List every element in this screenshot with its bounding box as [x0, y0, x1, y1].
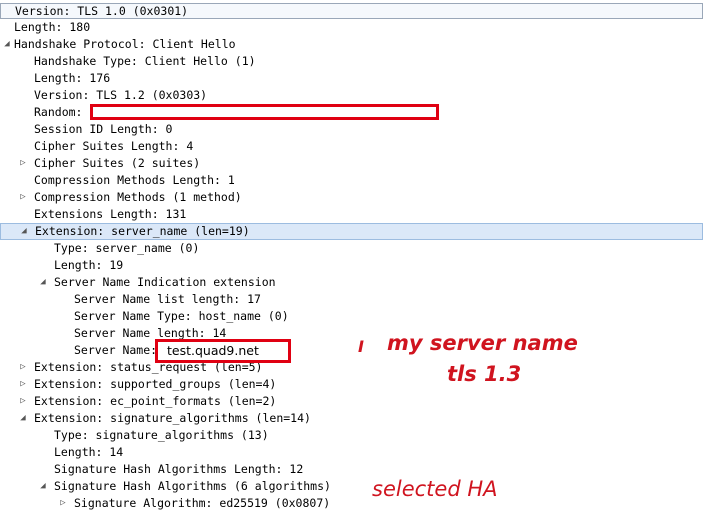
- random-redaction-box: [90, 104, 439, 120]
- tree-row-label: Type: server_name (0): [54, 241, 200, 255]
- tree-row-label: Length: 14: [54, 445, 124, 459]
- tree-row[interactable]: Length: 14: [0, 444, 703, 461]
- tree-row-label: Compression Methods (1 method): [34, 190, 242, 204]
- tree-row[interactable]: ▷ Cipher Suites (2 suites): [0, 155, 703, 172]
- tree-row-label: Handshake Protocol: Client Hello: [14, 37, 236, 51]
- tree-row[interactable]: ▷ Extension: ec_point_formats (len=2): [0, 393, 703, 410]
- annotation-tls-version: tls 1.3: [447, 362, 522, 386]
- tree-row-label: Cipher Suites Length: 4: [34, 139, 194, 153]
- annotation-selected-ha: selected HA: [372, 477, 498, 501]
- triangle-collapsed-icon[interactable]: ▷: [18, 189, 28, 206]
- tree-row-label: Signature Algorithm: ed25519 (0x0807): [74, 496, 331, 510]
- tree-row-label: Session ID Length: 0: [34, 122, 173, 136]
- tree-row[interactable]: Length: 19: [0, 257, 703, 274]
- tree-row-label: Length: 176: [34, 71, 111, 85]
- server-name-value: test.quad9.net: [167, 343, 259, 358]
- triangle-collapsed-icon[interactable]: ▷: [18, 359, 28, 376]
- tree-row-label: Signature Hash Algorithms Length: 12: [54, 462, 304, 476]
- packet-details-tree: Version: TLS 1.0 (0x0301) Length: 180 ◢ Han…: [0, 3, 703, 512]
- tree-row-label: Extension: server_name (len=19): [35, 224, 250, 238]
- tree-row[interactable]: Signature Hash Algorithms Length: 12: [0, 461, 703, 478]
- triangle-expanded-icon[interactable]: ◢: [38, 274, 48, 291]
- triangle-expanded-icon[interactable]: ◢: [19, 224, 29, 241]
- tree-row-label: Server Name:: [74, 343, 158, 357]
- tree-row[interactable]: Cipher Suites Length: 4: [0, 138, 703, 155]
- tree-row[interactable]: Server Name:: [0, 342, 703, 359]
- triangle-expanded-icon[interactable]: ◢: [38, 478, 48, 495]
- tree-row[interactable]: ◢ Extension: signature_algorithms (len=14…: [0, 410, 703, 427]
- tree-row[interactable]: Version: TLS 1.2 (0x0303): [0, 87, 703, 104]
- tree-row-label: Length: 19: [54, 258, 124, 272]
- tree-row-label: Extension: ec_point_formats (len=2): [34, 394, 277, 408]
- tree-row-label: Handshake Type: Client Hello (1): [34, 54, 256, 68]
- tree-row-label: Compression Methods Length: 1: [34, 173, 235, 187]
- tree-row[interactable]: ◢ Extension: server_name (len=19): [0, 223, 703, 240]
- tree-row[interactable]: Server Name length: 14: [0, 325, 703, 342]
- tree-row[interactable]: Type: server_name (0): [0, 240, 703, 257]
- tree-row-label: Server Name list length: 17: [74, 292, 261, 306]
- tree-row-label: Version: TLS 1.2 (0x0303): [34, 88, 208, 102]
- tree-row[interactable]: ▷ Extension: supported_groups (len=4): [0, 376, 703, 393]
- tree-row[interactable]: Server Name list length: 17: [0, 291, 703, 308]
- triangle-collapsed-icon[interactable]: ▷: [58, 495, 68, 512]
- tree-row[interactable]: Type: signature_algorithms (13): [0, 427, 703, 444]
- tree-row-label: Type: signature_algorithms (13): [54, 428, 269, 442]
- tree-row[interactable]: Server Name Type: host_name (0): [0, 308, 703, 325]
- tree-row[interactable]: Version: TLS 1.0 (0x0301): [0, 3, 703, 19]
- tree-row[interactable]: ◢ Server Name Indication extension: [0, 274, 703, 291]
- tree-row-label: Extensions Length: 131: [34, 207, 187, 221]
- tree-row-label: Cipher Suites (2 suites): [34, 156, 201, 170]
- tree-row[interactable]: ◢ Signature Hash Algorithms (6 algorithms…: [0, 478, 703, 495]
- tree-row-label: Signature Hash Algorithms (6 algorithms): [54, 479, 331, 493]
- triangle-expanded-icon[interactable]: ◢: [2, 36, 12, 53]
- annotation-cursor-mark: I: [358, 337, 364, 356]
- tree-row-label: Server Name Indication extension: [54, 275, 276, 289]
- tree-row[interactable]: ▷ Extension: status_request (len=5): [0, 359, 703, 376]
- triangle-expanded-icon[interactable]: ◢: [18, 410, 28, 427]
- tree-row[interactable]: Length: 180: [0, 19, 703, 36]
- tree-row-label: Extension: signature_algorithms (len=14): [34, 411, 311, 425]
- tree-row[interactable]: Extensions Length: 131: [0, 206, 703, 223]
- tree-row-label: Version: TLS 1.0 (0x0301): [15, 4, 189, 18]
- tree-row[interactable]: Handshake Type: Client Hello (1): [0, 53, 703, 70]
- tree-row[interactable]: ▷ Signature Algorithm: ed25519 (0x0807): [0, 495, 703, 512]
- triangle-collapsed-icon[interactable]: ▷: [18, 376, 28, 393]
- tree-row[interactable]: ◢ Handshake Protocol: Client Hello: [0, 36, 703, 53]
- annotation-my-server-name: my server name: [387, 331, 578, 355]
- tree-row[interactable]: Session ID Length: 0: [0, 121, 703, 138]
- tree-row-label: Extension: supported_groups (len=4): [34, 377, 277, 391]
- tree-row-label: Length: 180: [14, 20, 91, 34]
- tree-row[interactable]: Compression Methods Length: 1: [0, 172, 703, 189]
- tree-row-label: Random:: [34, 105, 83, 119]
- triangle-collapsed-icon[interactable]: ▷: [18, 155, 28, 172]
- tree-row[interactable]: Length: 176: [0, 70, 703, 87]
- tree-row-label: Server Name Type: host_name (0): [74, 309, 289, 323]
- triangle-collapsed-icon[interactable]: ▷: [18, 393, 28, 410]
- tree-row[interactable]: ▷ Compression Methods (1 method): [0, 189, 703, 206]
